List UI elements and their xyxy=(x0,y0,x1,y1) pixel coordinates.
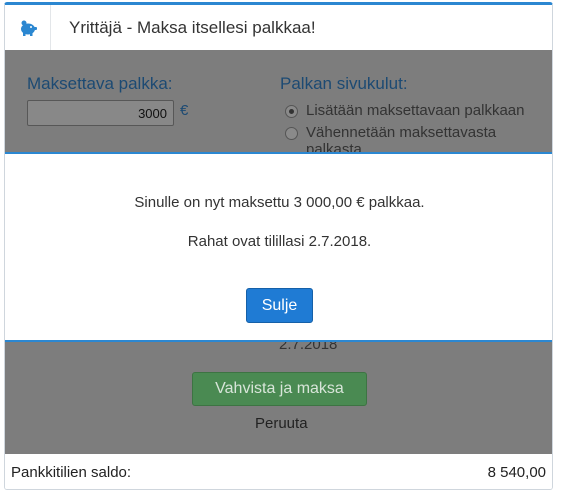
cancel-link[interactable]: Peruuta xyxy=(255,415,308,432)
radio-option-add[interactable]: Lisätään maksettavaan palkkaan xyxy=(285,102,524,119)
currency-symbol: € xyxy=(180,102,189,119)
salary-label: Maksettava palkka: xyxy=(27,74,173,93)
close-button[interactable]: Sulje xyxy=(246,288,313,323)
payment-date-message: Rahat ovat tilillasi 2.7.2018. xyxy=(187,233,372,250)
radio-label-add: Lisätään maksettavaan palkkaan xyxy=(306,102,525,119)
piggy-bank-icon-wrap[interactable] xyxy=(5,5,51,50)
app-window: Yrittäjä - Maksa itsellesi palkkaa! Maks… xyxy=(4,2,553,490)
side-costs-label: Palkan sivukulut: xyxy=(280,74,408,93)
payment-confirmation-modal: Sinulle on nyt maksettu 3 000,00 € palkk… xyxy=(5,152,552,342)
radio-button-add[interactable] xyxy=(285,105,298,118)
salary-input[interactable] xyxy=(27,100,174,126)
confirm-and-pay-button[interactable]: Vahvista ja maksa xyxy=(192,372,367,406)
balance-footer: Pankkitilien saldo: 8 540,00 xyxy=(5,454,552,489)
page-title: Yrittäjä - Maksa itsellesi palkkaa! xyxy=(69,17,316,37)
header: Yrittäjä - Maksa itsellesi palkkaa! xyxy=(5,5,552,50)
radio-button-subtract[interactable] xyxy=(285,127,298,140)
balance-label: Pankkitilien saldo: xyxy=(11,463,132,481)
balance-value: 8 540,00 xyxy=(487,463,546,481)
piggy-bank-icon xyxy=(20,20,37,36)
payment-message: Sinulle on nyt maksettu 3 000,00 € palkk… xyxy=(134,194,425,211)
